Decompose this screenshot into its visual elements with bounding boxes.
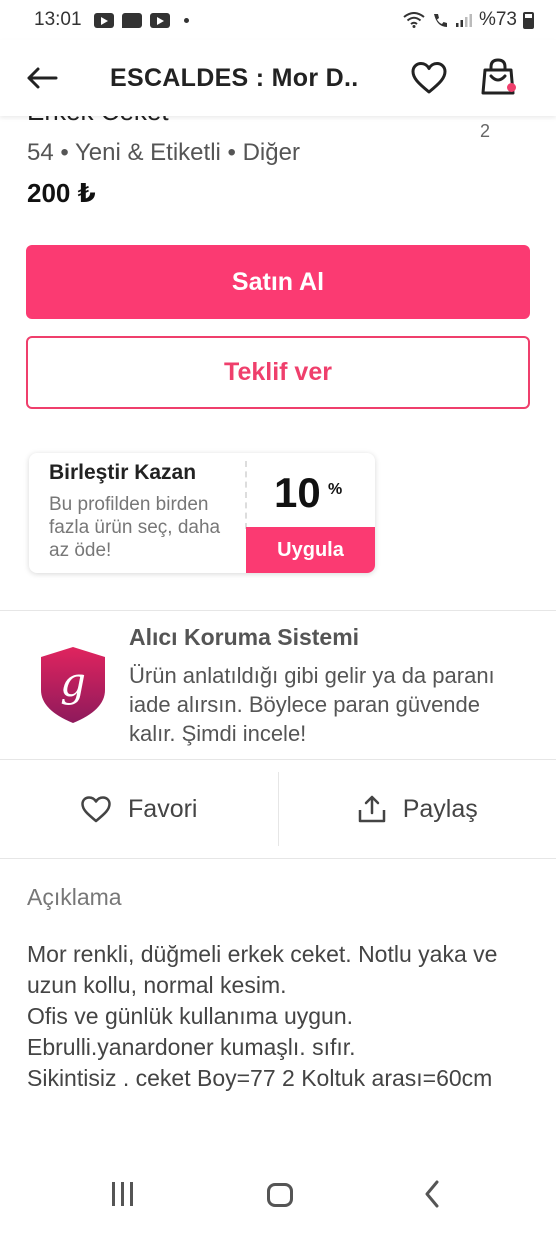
bundle-percent: 10 [274,469,321,516]
app-bar: ESCALDES : Mor D.. [0,40,556,116]
status-bar: 13:01 %73 [0,0,556,40]
shield-letter: g [60,660,86,706]
wifi-icon [403,12,425,28]
buy-button[interactable]: Satın Al [26,245,530,319]
product-price: 200 ₺ [27,178,96,208]
bundle-title: Birleştir Kazan [49,461,197,484]
favorite-label: Favori [128,794,198,823]
page-title: ESCALDES : Mor D.. [110,63,359,92]
home-button[interactable] [267,1183,293,1207]
share-icon [358,795,385,823]
product-meta: 54 • Yeni & Etiketli • Diğer [27,139,300,166]
description-text: Mor renkli, düğmeli erkek ceket. Notlu y… [27,941,498,1091]
favorite-button[interactable]: Favori [0,760,278,858]
photo-count: 2 [480,121,491,141]
cart-button[interactable] [476,54,520,100]
bundle-percent-symbol: % [328,481,343,498]
bundle-discount-card: Birleştir Kazan Bu profilden birden fazl… [29,453,375,573]
youtube-notification-icon [149,12,170,28]
back-button[interactable] [22,58,62,98]
protection-description[interactable]: Ürün anlatıldığı gibi gelir ya da paranı… [129,661,529,748]
recent-apps-button[interactable] [112,1182,133,1206]
heart-icon [411,62,447,94]
status-right: %73 [403,9,534,31]
more-notifications-icon [183,17,189,23]
section-divider [0,610,556,611]
message-notification-icon [121,12,142,28]
heart-icon [81,796,111,823]
share-button[interactable]: Paylaş [279,760,556,858]
buyer-protection-logo[interactable]: g [40,646,106,724]
status-time: 13:01 [34,9,82,30]
make-offer-button[interactable]: Teklif ver [26,336,530,409]
apply-button[interactable]: Uygula [246,527,375,573]
battery-icon [523,11,534,29]
battery-percent: %73 [478,9,517,30]
signal-icon [455,14,472,27]
cart-badge [507,83,516,92]
bundle-info: Birleştir Kazan Bu profilden birden fazl… [29,453,245,573]
section-divider [0,858,556,859]
protection-title[interactable]: Alıcı Koruma Sistemi [129,624,359,651]
bundle-description: Bu profilden birden fazla ürün seç, daha… [49,494,221,561]
status-left: 13:01 [34,9,189,31]
favorite-header-button[interactable] [407,56,451,100]
arrow-left-icon [27,67,58,89]
bundle-discount: 10 % Uygula [246,453,375,573]
system-nav-bar [0,1160,556,1230]
description-label: Açıklama [27,884,122,910]
youtube-notification-icon [93,12,114,28]
action-row: Favori Paylaş [0,760,556,858]
nav-back-icon[interactable] [424,1180,440,1208]
call-icon [433,14,447,27]
share-label: Paylaş [402,794,478,823]
